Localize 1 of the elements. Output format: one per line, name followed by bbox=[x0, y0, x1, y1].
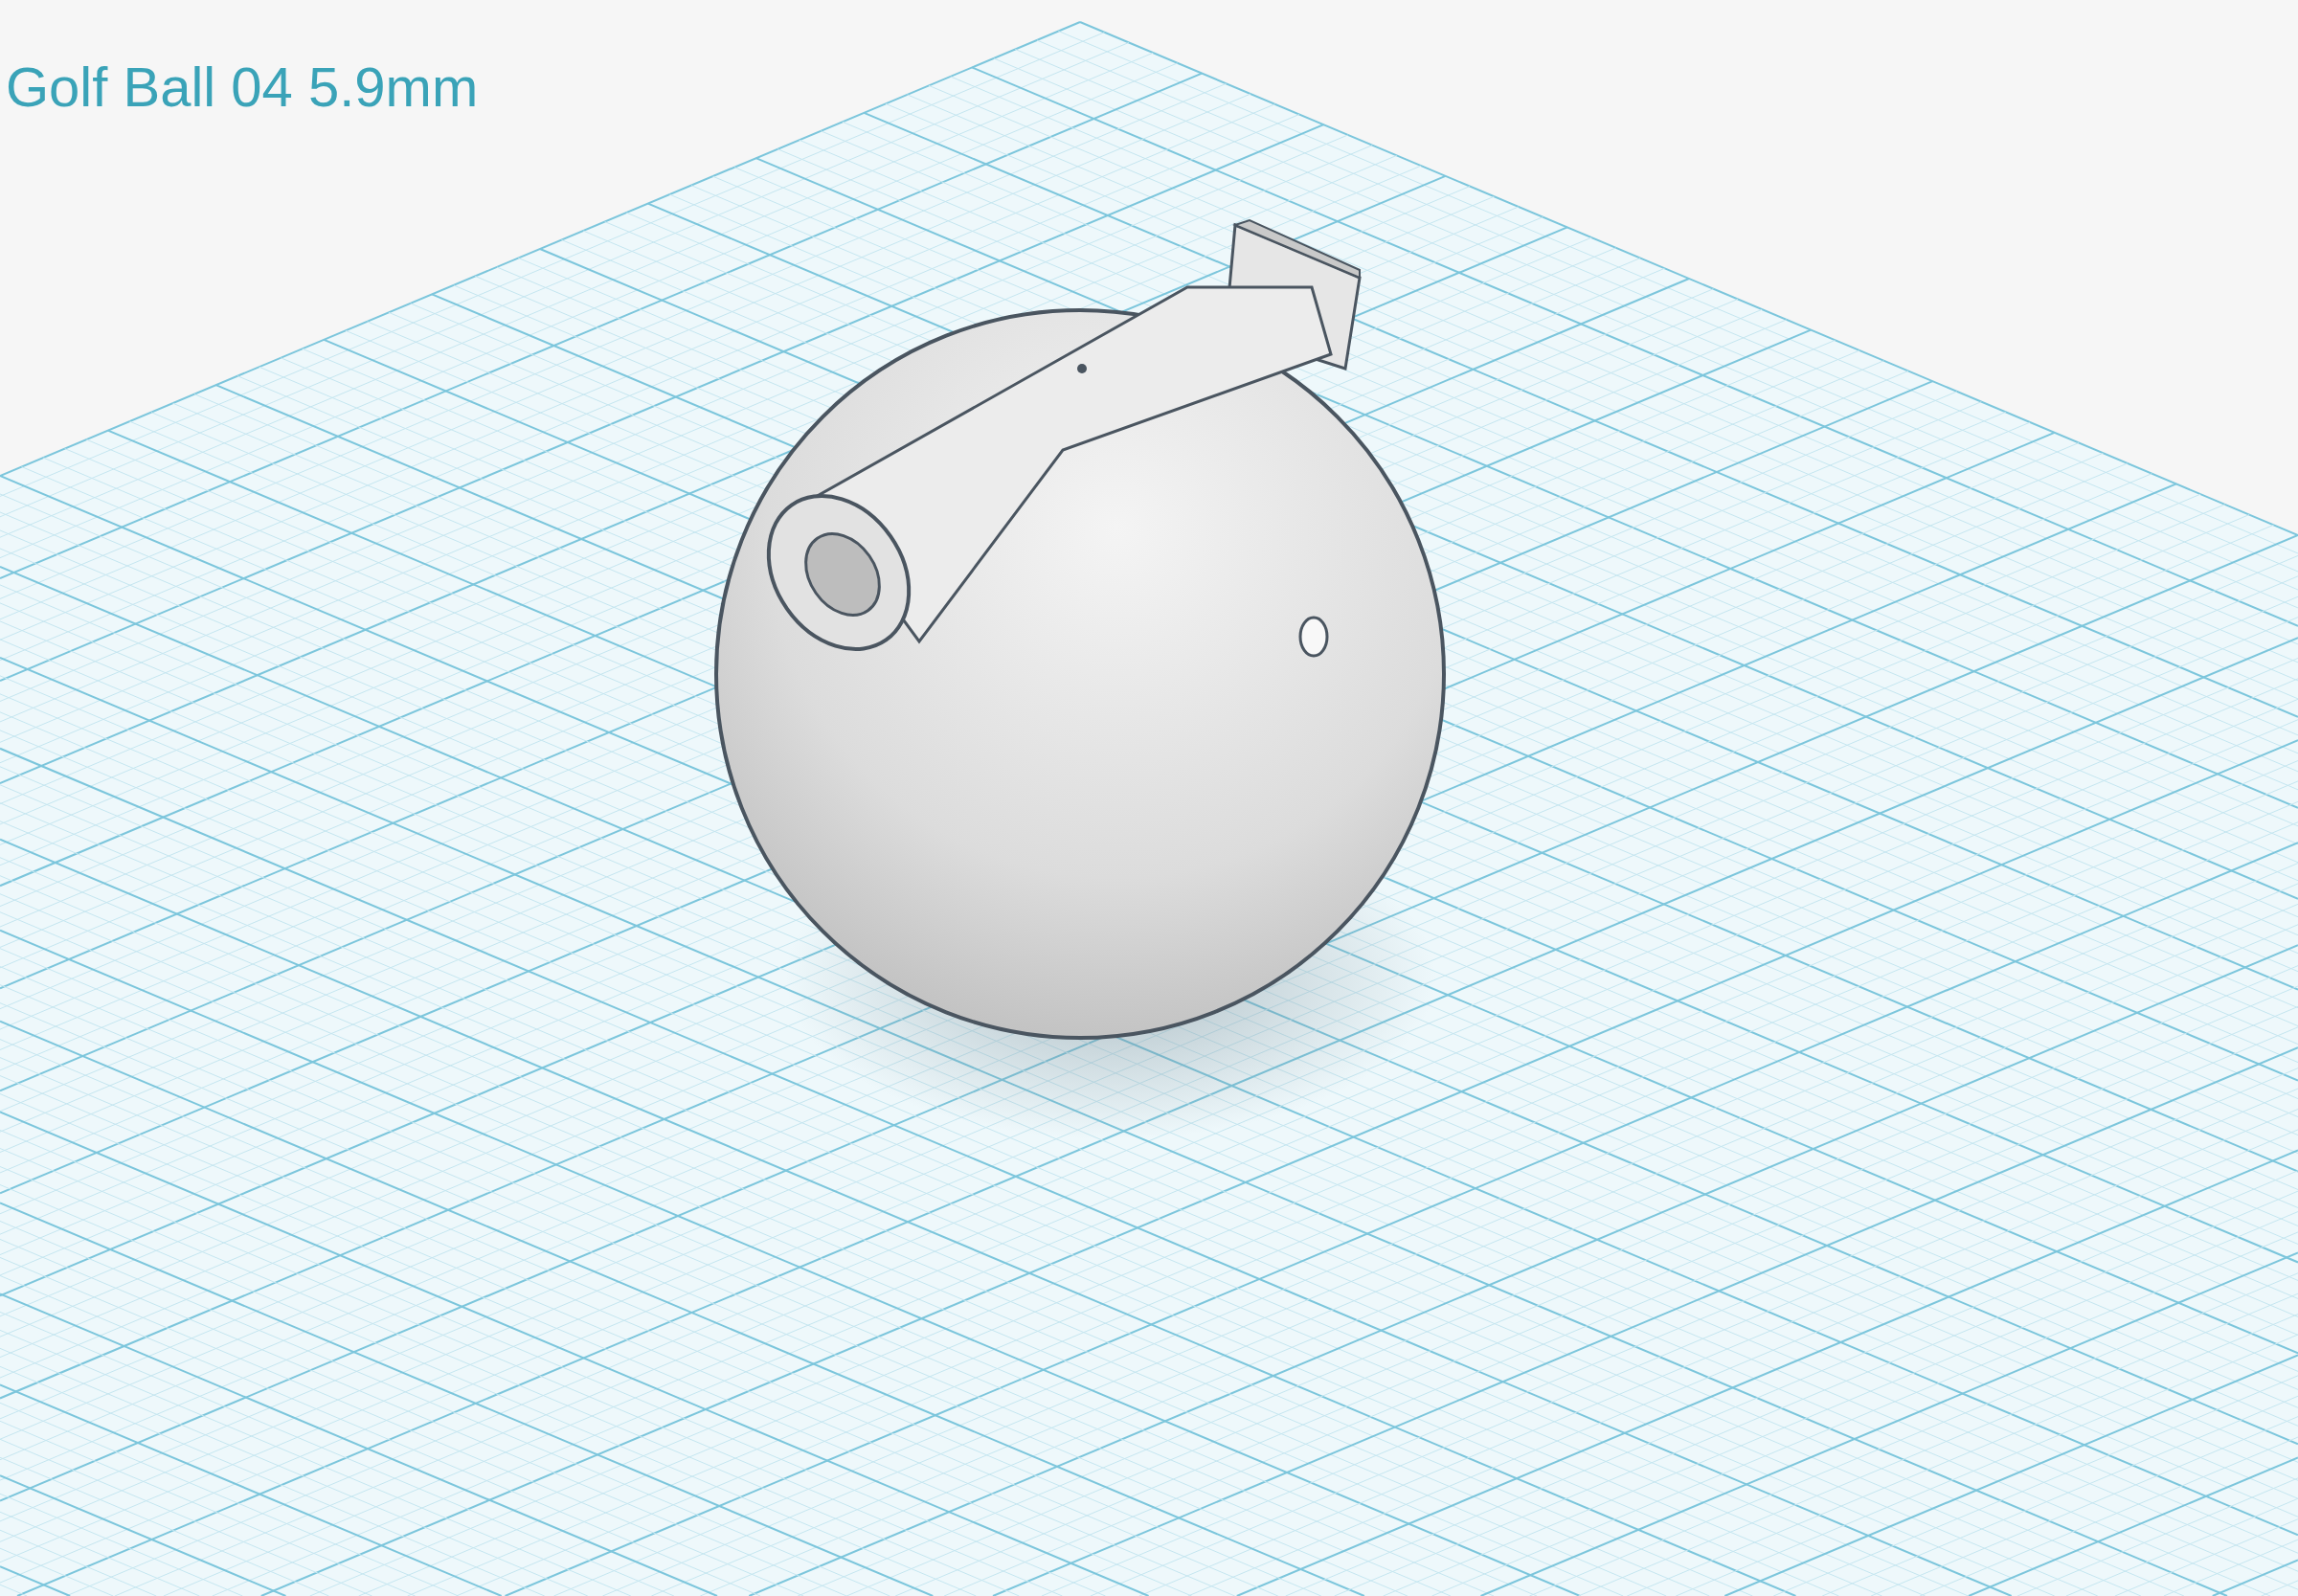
design-title: Golf Ball 04 5.9mm bbox=[6, 59, 479, 115]
